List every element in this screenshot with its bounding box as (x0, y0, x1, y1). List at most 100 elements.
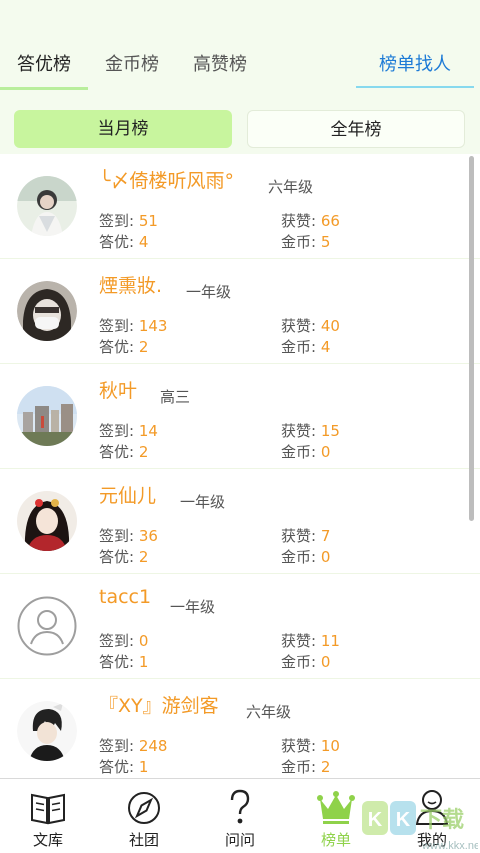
coin-label: 金币: (281, 443, 317, 461)
user-grade: 六年级 (246, 703, 292, 721)
tab-find-people[interactable]: 榜单找人 (356, 34, 474, 96)
sign-stat: 签到: 248 (99, 735, 167, 756)
coin-stat: 金币: 5 (281, 231, 330, 252)
status-bar (0, 0, 480, 34)
list-item[interactable]: 『XY』游剑客 六年级 签到: 248 获赞: 10 答优: 1 金币: 2 (0, 679, 480, 778)
sign-label: 签到: (99, 422, 135, 440)
coin-value: 5 (320, 233, 331, 251)
like-label: 获赞: (281, 212, 317, 230)
like-label: 获赞: (281, 632, 317, 650)
avatar (17, 281, 77, 341)
list-item[interactable]: 秋叶 高三 签到: 14 获赞: 15 答优: 2 金币: 0 (0, 364, 480, 469)
user-grade: 一年级 (186, 283, 232, 301)
user-grade: 一年级 (170, 598, 216, 616)
user-name[interactable]: 元仙儿 (99, 481, 156, 508)
avatar (17, 386, 77, 446)
sign-stat: 签到: 36 (99, 525, 158, 546)
coin-stat: 金币: 2 (281, 756, 330, 777)
like-stat: 获赞: 15 (281, 420, 340, 441)
answer-stat: 答优: 2 (99, 441, 148, 462)
list-item[interactable]: 煙熏妝. 一年级 签到: 143 获赞: 40 答优: 2 金币: 4 (0, 259, 480, 364)
nav-label: 社团 (128, 831, 159, 849)
user-grade: 六年级 (268, 178, 314, 196)
user-name[interactable]: ╰〆倚楼听风雨° (99, 166, 234, 193)
like-value: 11 (320, 632, 340, 650)
nav-label: 问问 (224, 831, 255, 849)
answer-label: 答优: (99, 338, 135, 356)
answer-label: 答优: (99, 233, 135, 251)
avatar (17, 176, 77, 236)
answer-stat: 答优: 4 (99, 231, 148, 252)
coin-stat: 金币: 0 (281, 441, 330, 462)
watermark-url: www.kkx.net (421, 840, 478, 852)
coin-label: 金币: (281, 653, 317, 671)
tab-coin-rank[interactable]: 金币榜 (88, 34, 176, 96)
sign-label: 签到: (99, 737, 135, 755)
sign-label: 签到: (99, 212, 135, 230)
list-item[interactable]: ╰〆倚楼听风雨° 六年级 签到: 51 获赞: 66 答优: 4 金币: 5 (0, 154, 480, 259)
coin-value: 2 (320, 758, 331, 776)
watermark: K K 下载 www.kkx.net (360, 795, 480, 853)
tab-answer-rank[interactable]: 答优榜 (0, 34, 88, 96)
like-stat: 获赞: 11 (281, 630, 340, 651)
user-name[interactable]: 煙熏妝. (99, 271, 162, 298)
answer-value: 2 (138, 338, 149, 356)
user-name[interactable]: 『XY』游剑客 (99, 691, 219, 718)
top-tab-bar: 答优榜 金币榜 高赞榜 榜单找人 (0, 34, 480, 96)
answer-stat: 答优: 2 (99, 336, 148, 357)
coin-label: 金币: (281, 548, 317, 566)
answer-label: 答优: (99, 758, 135, 776)
user-grade: 一年级 (180, 493, 226, 511)
sign-stat: 签到: 143 (99, 315, 167, 336)
answer-value: 1 (138, 653, 149, 671)
month-rank-button[interactable]: 当月榜 (14, 110, 232, 148)
sign-value: 51 (138, 212, 158, 230)
coin-value: 0 (320, 443, 331, 461)
coin-stat: 金币: 4 (281, 336, 330, 357)
nav-label: 文库 (32, 831, 63, 849)
sign-value: 0 (138, 632, 149, 650)
user-name[interactable]: 秋叶 (99, 376, 137, 403)
like-stat: 获赞: 66 (281, 210, 340, 231)
like-stat: 获赞: 10 (281, 735, 340, 756)
answer-stat: 答优: 2 (99, 546, 148, 567)
coin-stat: 金币: 0 (281, 651, 330, 672)
avatar (17, 491, 77, 551)
like-value: 15 (320, 422, 340, 440)
sign-value: 36 (138, 527, 158, 545)
sign-value: 143 (138, 317, 168, 335)
rank-list[interactable]: ╰〆倚楼听风雨° 六年级 签到: 51 获赞: 66 答优: 4 金币: 5 煙… (0, 154, 480, 778)
book-icon (28, 787, 68, 827)
avatar (17, 701, 77, 761)
nav-club[interactable]: 社团 (96, 779, 192, 853)
scrollbar[interactable] (469, 156, 474, 521)
year-rank-button[interactable]: 全年榜 (247, 110, 465, 148)
like-value: 40 (320, 317, 340, 335)
answer-stat: 答优: 1 (99, 756, 148, 777)
sign-stat: 签到: 51 (99, 210, 158, 231)
like-value: 10 (320, 737, 340, 755)
coin-value: 0 (320, 548, 331, 566)
user-name[interactable]: tacc1 (99, 586, 151, 608)
coin-value: 4 (320, 338, 331, 356)
like-value: 7 (320, 527, 331, 545)
coin-label: 金币: (281, 233, 317, 251)
list-item[interactable]: 元仙儿 一年级 签到: 36 获赞: 7 答优: 2 金币: 0 (0, 469, 480, 574)
like-stat: 获赞: 40 (281, 315, 340, 336)
sign-label: 签到: (99, 632, 135, 650)
user-grade: 高三 (160, 388, 191, 406)
nav-library[interactable]: 文库 (0, 779, 96, 853)
like-label: 获赞: (281, 422, 317, 440)
tab-like-rank[interactable]: 高赞榜 (176, 34, 264, 96)
coin-value: 0 (320, 653, 331, 671)
nav-ask[interactable]: 问问 (192, 779, 288, 853)
answer-stat: 答优: 1 (99, 651, 148, 672)
watermark-text: 下载 (420, 807, 464, 833)
like-stat: 获赞: 7 (281, 525, 330, 546)
answer-label: 答优: (99, 653, 135, 671)
compass-icon (124, 787, 164, 827)
list-item[interactable]: tacc1 一年级 签到: 0 获赞: 11 答优: 1 金币: 0 (0, 574, 480, 679)
avatar (17, 596, 77, 656)
sign-stat: 签到: 14 (99, 420, 158, 441)
question-icon (220, 787, 260, 827)
